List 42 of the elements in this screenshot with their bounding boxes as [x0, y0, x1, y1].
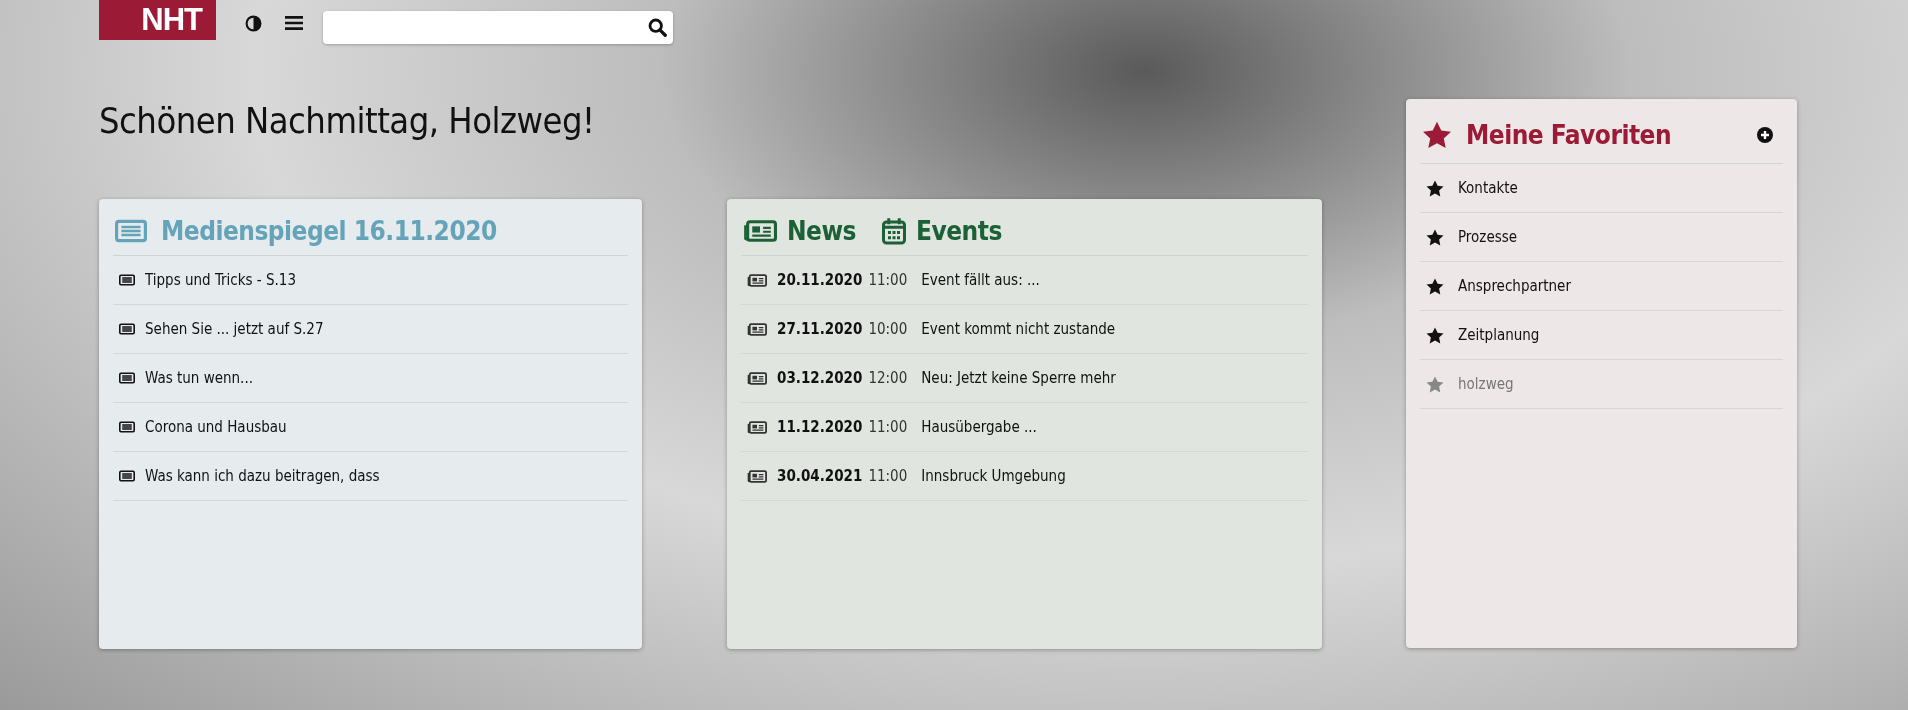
event-date: 20.11.2020 — [777, 271, 863, 289]
article-link[interactable]: Tipps und Tricks - S.13 — [113, 256, 628, 305]
event-link[interactable]: Hausübergabe ... — [921, 418, 1037, 436]
star-icon — [1426, 326, 1444, 344]
favorite-link[interactable]: Kontakte — [1420, 164, 1783, 213]
favorite-link[interactable]: Zeitplanung — [1420, 311, 1783, 360]
card-title: Meine Favoriten — [1466, 120, 1673, 150]
add-icon[interactable] — [1757, 127, 1773, 143]
event-time: 12:00 — [868, 369, 908, 387]
section-tab[interactable]: Events — [916, 216, 1002, 246]
contrast-icon[interactable] — [245, 14, 262, 32]
event-date: 27.11.2020 — [777, 320, 863, 338]
event-time: 11:00 — [868, 467, 908, 485]
event-time: 10:00 — [868, 320, 908, 338]
calendar-icon — [882, 217, 906, 245]
favorite-link[interactable]: Prozesse — [1420, 213, 1783, 262]
favorite-link[interactable]: Ansprechpartner — [1420, 262, 1783, 311]
star-icon — [1422, 121, 1452, 149]
event-date: 11.12.2020 — [777, 418, 863, 436]
menu-icon[interactable] — [285, 15, 303, 31]
event-link[interactable]: Event kommt nicht zustande — [921, 320, 1116, 338]
section-tab[interactable]: News — [787, 216, 856, 246]
event-time: 11:00 — [868, 271, 908, 289]
event-time: 11:00 — [868, 418, 908, 436]
star-icon — [1426, 179, 1444, 197]
event-link[interactable]: Event fällt aus: ... — [921, 271, 1040, 289]
event-link[interactable]: Innsbruck Umgebung — [921, 467, 1066, 485]
article-link[interactable]: Corona und Hausbau — [113, 403, 628, 452]
search-icon[interactable] — [648, 17, 667, 37]
logo[interactable]: NHT — [99, 0, 216, 40]
article-link[interactable]: Sehen Sie ... jetzt auf S.27 — [113, 305, 628, 354]
star-icon — [1426, 375, 1444, 393]
article-link[interactable]: Was tun wenn... — [113, 354, 628, 403]
star-icon — [1426, 277, 1444, 295]
card-title: Medienspiegel 16.11.2020 — [161, 216, 497, 246]
article-link[interactable]: Was kann ich dazu beitragen, dass — [113, 452, 628, 501]
search-field[interactable] — [323, 10, 673, 44]
greeting-heading: Schönen Nachmittag, Holzweg! — [99, 100, 595, 141]
event-date: 03.12.2020 — [777, 369, 863, 387]
event-date: 30.04.2021 — [777, 467, 863, 485]
star-icon — [1426, 228, 1444, 246]
event-link[interactable]: Neu: Jetzt keine Sperre mehr — [921, 369, 1116, 387]
